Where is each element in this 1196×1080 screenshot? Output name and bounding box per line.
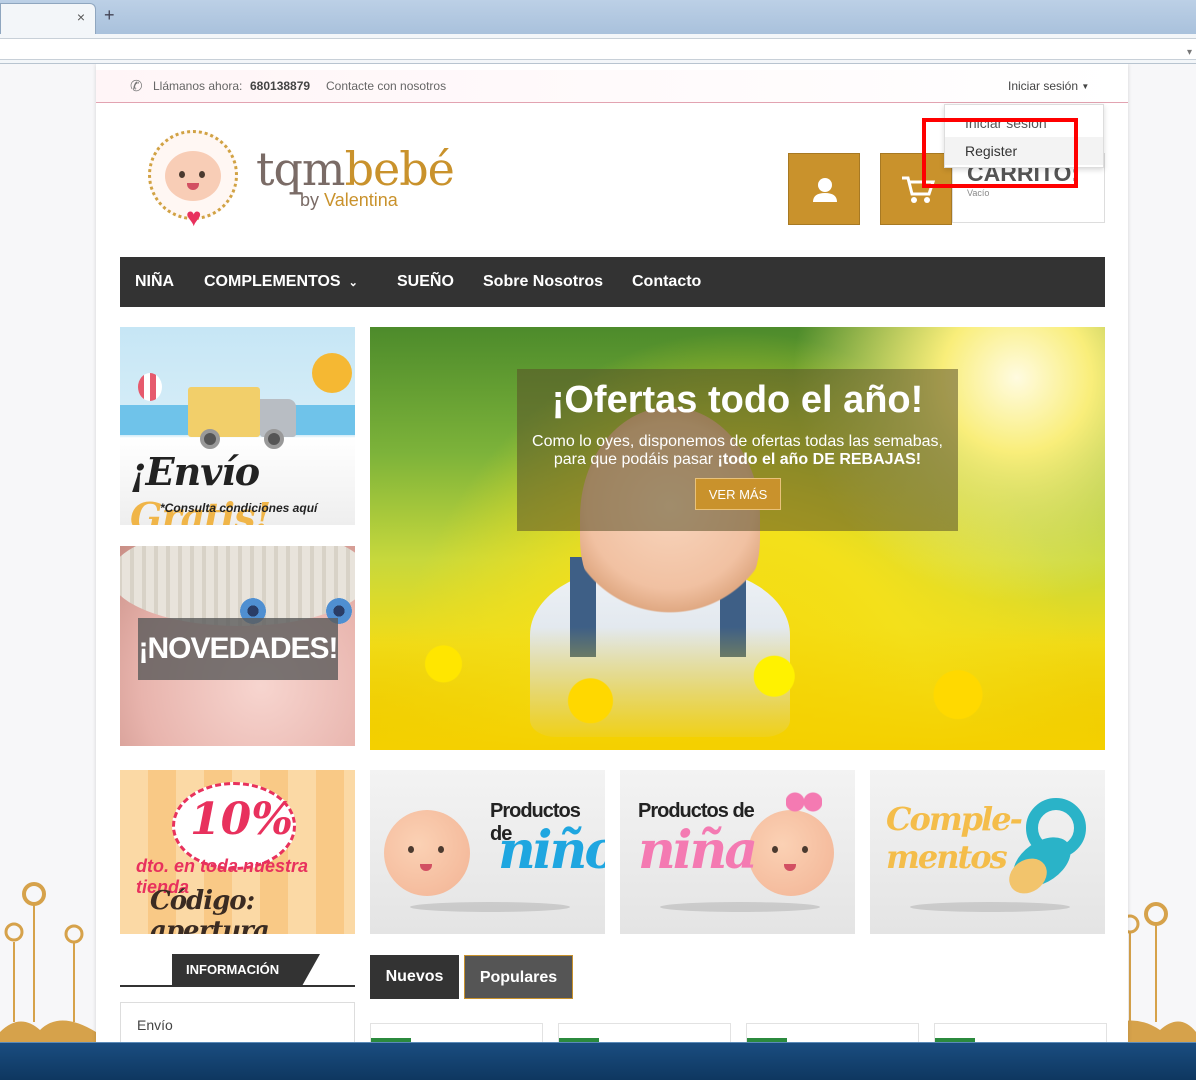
chevron-down-icon[interactable]: ▾: [1187, 47, 1192, 58]
nav-item-sobre-nosotros[interactable]: Sobre Nosotros: [483, 273, 603, 291]
login-dropdown-toggle[interactable]: Iniciar sesión ▼: [1008, 79, 1089, 93]
hero-text-plain: para que podáis pasar: [553, 451, 718, 468]
hero-title: ¡Ofertas todo el año!: [551, 379, 924, 421]
brand-subtitle: by Valentina: [300, 190, 398, 211]
tile-compl-line-2: mentos: [886, 838, 1008, 876]
nav-item-sueno[interactable]: SUEÑO: [397, 273, 454, 291]
tab-nuevos[interactable]: Nuevos: [370, 955, 459, 999]
info-heading: INFORMACIÓN: [172, 954, 320, 986]
sun-icon: [312, 353, 352, 393]
phone-icon: ✆: [130, 78, 143, 95]
nav-item-label: COMPLEMENTOS: [204, 273, 341, 290]
account-button[interactable]: [788, 153, 860, 225]
flower-decoration-icon: [0, 882, 96, 1042]
info-link-envio[interactable]: Envío: [137, 1017, 173, 1033]
tile-compl-line-1: Comple-: [886, 800, 1023, 838]
nav-item-complementos[interactable]: COMPLEMENTOS ⌄: [204, 273, 358, 291]
brand-name: Valentina: [324, 190, 398, 210]
discount-code: Código: apertura: [150, 886, 270, 934]
nav-item-nina[interactable]: NIÑA: [135, 273, 174, 291]
tile-nina-line-2: niña: [638, 820, 758, 881]
browser-toolbar: ▾: [0, 34, 1196, 64]
nav-item-contacto[interactable]: Contacto: [632, 273, 701, 291]
new-arrivals-banner[interactable]: ¡NOVEDADES!: [120, 546, 355, 746]
store-page: ✆ Llámanos ahora: 680138879 Contacte con…: [96, 64, 1128, 1042]
hero-caption: ¡Ofertas todo el año! Como lo oyes, disp…: [517, 369, 958, 531]
address-bar[interactable]: ▾: [0, 38, 1196, 60]
product-card[interactable]: [746, 1023, 919, 1042]
free-shipping-note: *Consulta condiciones aquí: [160, 501, 318, 515]
user-icon: [813, 178, 837, 202]
category-tile-nino[interactable]: Productos de niño: [370, 770, 605, 934]
flower-field: [370, 627, 1105, 750]
caret-down-icon: ▼: [1081, 82, 1090, 91]
new-arrivals-label: ¡NOVEDADES!: [138, 618, 339, 680]
os-taskbar: [0, 1042, 1196, 1080]
hero-text-bold: ¡todo el año DE REBAJAS!: [717, 451, 922, 468]
knit-hat-icon: [120, 546, 355, 626]
brand-part-2: bebé: [344, 142, 455, 196]
brand-by: by: [300, 190, 320, 210]
discount-percentage: 10%: [190, 794, 294, 845]
product-card[interactable]: [370, 1023, 543, 1042]
free-shipping-part-1: ¡Envío: [130, 449, 260, 494]
main-nav: NIÑA COMPLEMENTOS ⌄ SUEÑO Sobre Nosotros …: [120, 257, 1105, 307]
tile-nino-line-2: niño: [498, 820, 605, 881]
chevron-down-icon: ⌄: [348, 277, 358, 289]
hero-slider[interactable]: ¡Ofertas todo el año! Como lo oyes, disp…: [370, 327, 1105, 750]
hero-text-line-2: para que podáis pasar ¡todo el año DE RE…: [517, 451, 958, 469]
browser-tab[interactable]: ×: [0, 3, 96, 34]
truck-icon: [188, 387, 260, 437]
top-info-bar: ✆ Llámanos ahora: 680138879 Contacte con…: [96, 70, 1128, 103]
discount-banner[interactable]: 10% dto. en toda nuestra tienda Código: …: [120, 770, 355, 934]
new-tab-icon[interactable]: +: [104, 5, 115, 26]
free-shipping-banner[interactable]: ¡Envío Gratis! *Consulta condiciones aqu…: [120, 327, 355, 525]
phone-number: 680138879: [250, 79, 311, 93]
brand-logo-text[interactable]: tqmbebé: [256, 142, 455, 196]
login-toggle-label: Iniciar sesión: [1008, 79, 1079, 93]
baby-face-icon: [165, 151, 221, 201]
register-highlight-box: [922, 118, 1078, 188]
heart-icon: ♥: [186, 202, 202, 232]
info-list: Envío: [120, 1002, 355, 1042]
category-tile-complementos[interactable]: Comple-mentos: [870, 770, 1105, 934]
product-card[interactable]: [558, 1023, 731, 1042]
contact-link[interactable]: Contacte con nosotros: [326, 79, 446, 93]
page-viewport: ✆ Llámanos ahora: 680138879 Contacte con…: [0, 64, 1196, 1042]
browser-tab-strip: × +: [0, 0, 1196, 34]
category-tile-nina[interactable]: Productos de niña: [620, 770, 855, 934]
baby-face-icon: [748, 810, 834, 896]
hero-text-line-1: Como lo oyes, disponemos de ofertas toda…: [532, 433, 943, 450]
tile-complementos-label: Comple-mentos: [886, 800, 1023, 876]
bow-icon: [786, 792, 822, 812]
call-label: Llámanos ahora:: [153, 79, 243, 93]
cart-status: Vacío: [967, 188, 990, 198]
tab-populares[interactable]: Populares: [464, 955, 573, 999]
brand-part-1: tqm: [256, 142, 346, 196]
baby-face-icon: [384, 810, 470, 896]
product-card[interactable]: [934, 1023, 1107, 1042]
hot-air-balloon-icon: [138, 373, 162, 401]
close-icon[interactable]: ×: [77, 9, 85, 25]
see-more-button[interactable]: VER MÁS: [695, 478, 781, 510]
